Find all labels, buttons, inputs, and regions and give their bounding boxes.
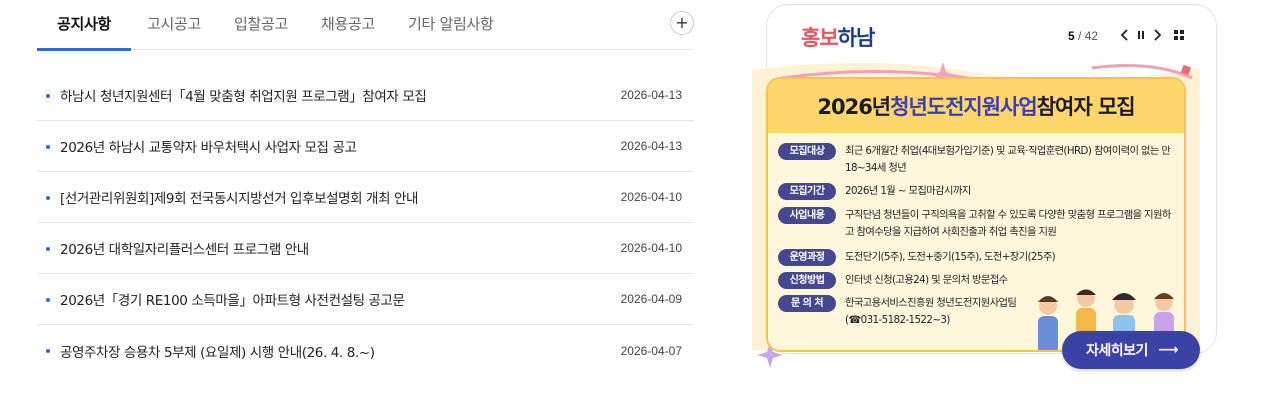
tab-bids[interactable]: 입찰공고	[234, 0, 288, 50]
next-button[interactable]	[1149, 27, 1165, 43]
list-item[interactable]: [선거관리위원회]제9회 전국동시지방선거 입후보설명회 개최 안내 2026-…	[37, 172, 694, 223]
bullet-icon	[46, 298, 50, 302]
notice-date: 2026-04-09	[620, 292, 682, 306]
poster-label: 문 의 처	[778, 295, 836, 312]
poster[interactable]: 2026년 청년도전지원사업 참여자 모집 모집대상 최근 6개월간 취업(4대…	[766, 77, 1186, 352]
poster-text: 2026년 1월 ~ 모집마감시까지	[845, 185, 971, 197]
promo-title: 홍보하남	[801, 26, 875, 50]
prev-button[interactable]	[1117, 27, 1133, 43]
notice-list: 하남시 청년지원센터「4월 맞춤형 취업지원 프로그램」참여자 모집 2026-…	[37, 70, 694, 376]
list-item[interactable]: 공영주차장 승용차 5부제 (요일제) 시행 안내(26. 4. 8.~) 20…	[37, 325, 694, 376]
slide-total: / 42	[1078, 29, 1099, 43]
notice-date: 2026-04-07	[620, 343, 682, 358]
tab-recruitment[interactable]: 채용공고	[321, 0, 375, 50]
detail-label: 자세히보기	[1086, 343, 1148, 359]
notice-title[interactable]: 2026년「경기 RE100 소득마을」아파트형 사전컨설팅 공고문	[60, 289, 405, 309]
list-item[interactable]: 2026년 대학일자리플러스센터 프로그램 안내 2026-04-10	[37, 223, 694, 274]
bullet-icon	[46, 196, 50, 200]
plus-icon: +	[675, 13, 689, 32]
pause-icon	[1138, 31, 1144, 39]
slide-counter: 5 / 42	[1068, 29, 1098, 43]
more-button[interactable]: +	[670, 11, 694, 35]
notice-title[interactable]: 하남시 청년지원센터「4월 맞춤형 취업지원 프로그램」참여자 모집	[60, 85, 426, 105]
slide-current: 5	[1068, 29, 1075, 43]
poster-label: 모집기간	[778, 183, 836, 200]
notice-title[interactable]: 공영주차장 승용차 5부제 (요일제) 시행 안내(26. 4. 8.~)	[60, 341, 375, 361]
poster-row: 문 의 처 한국고용서비스진흥원 청년도전지원사업팀 (☎031-5182-15…	[778, 295, 1020, 329]
poster-row: 사업내용 구직단념 청년들이 구직의욕을 고취할 수 있도록 다양한 맞춤형 프…	[778, 207, 1175, 241]
notice-title[interactable]: 2026년 하남시 교통약자 바우처택시 사업자 모집 공고	[60, 136, 357, 156]
poster-row: 모집기간 2026년 1월 ~ 모집마감시까지	[778, 183, 1175, 200]
notice-title[interactable]: [선거관리위원회]제9회 전국동시지방선거 입후보설명회 개최 안내	[60, 187, 418, 207]
pause-button[interactable]	[1133, 27, 1149, 43]
notice-date: 2026-04-10	[620, 241, 682, 255]
tab-other-notices[interactable]: 기타 알림사항	[408, 0, 494, 50]
notice-tabs: 공지사항 고시공고 입찰공고 채용공고 기타 알림사항 +	[37, 0, 694, 51]
arrow-icon: ⟶	[1158, 342, 1178, 358]
tab-notices[interactable]: 공지사항	[37, 0, 131, 51]
chevron-left-icon	[1120, 29, 1128, 41]
chevron-right-icon	[1154, 29, 1162, 41]
all-slides-button[interactable]	[1171, 27, 1187, 43]
poster-label: 운영과정	[778, 249, 836, 266]
notice-date: 2026-04-13	[620, 88, 682, 102]
poster-row: 운영과정 도전단기(5주), 도전+중기(15주), 도전+장기(25주)	[778, 249, 1175, 266]
list-item[interactable]: 하남시 청년지원센터「4월 맞춤형 취업지원 프로그램」참여자 모집 2026-…	[37, 70, 694, 121]
grid-icon	[1174, 30, 1184, 40]
detail-button[interactable]: 자세히보기 ⟶	[1062, 331, 1200, 369]
notice-date: 2026-04-10	[620, 190, 682, 204]
bullet-icon	[46, 94, 50, 98]
poster-text: 구직단념 청년들이 구직의욕을 고취할 수 있도록 다양한 맞춤형 프로그램을 …	[845, 209, 1171, 238]
poster-headline: 2026년 청년도전지원사업 참여자 모집	[768, 79, 1184, 133]
bullet-icon	[46, 247, 50, 251]
poster-text: 한국고용서비스진흥원 청년도전지원사업팀 (☎031-5182-1522~3)	[845, 297, 1017, 326]
poster-label: 신청방법	[778, 272, 836, 289]
list-item[interactable]: 2026년「경기 RE100 소득마을」아파트형 사전컨설팅 공고문 2026-…	[37, 274, 694, 325]
bullet-icon	[46, 349, 50, 353]
list-item[interactable]: 2026년 하남시 교통약자 바우처택시 사업자 모집 공고 2026-04-1…	[37, 121, 694, 172]
poster-label: 사업내용	[778, 207, 836, 224]
poster-text: 도전단기(5주), 도전+중기(15주), 도전+장기(25주)	[845, 251, 1056, 263]
poster-row: 모집대상 최근 6개월간 취업(4대보험가입기준) 및 교육·직업훈련(HRD)…	[778, 143, 1175, 177]
bullet-icon	[46, 145, 50, 149]
notice-date: 2026-04-13	[620, 139, 682, 153]
poster-text: 최근 6개월간 취업(4대보험가입기준) 및 교육·직업훈련(HRD) 참여이력…	[845, 145, 1171, 174]
tab-announcements[interactable]: 고시공고	[147, 0, 201, 50]
poster-label: 모집대상	[778, 143, 836, 160]
notice-board: 공지사항 고시공고 입찰공고 채용공고 기타 알림사항 + 하남시 청년지원센터…	[37, 0, 694, 404]
notice-title[interactable]: 2026년 대학일자리플러스센터 프로그램 안내	[60, 238, 309, 258]
